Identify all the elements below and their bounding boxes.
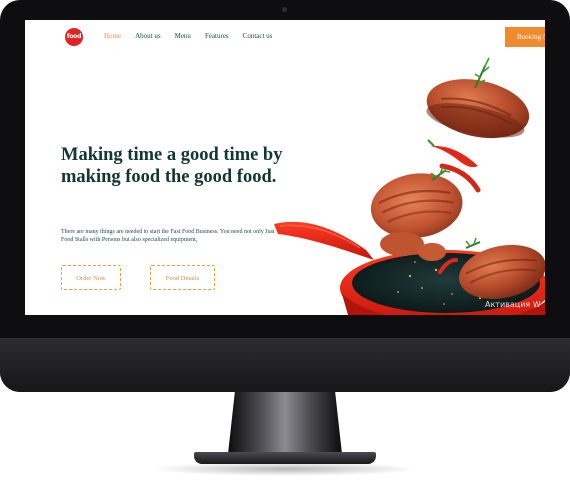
nav-item-menu[interactable]: Menu <box>175 32 191 40</box>
webcam-dot <box>282 7 287 12</box>
nav-item-home[interactable]: Home <box>104 32 121 40</box>
website-screen: food Home About us Menu Features Contact… <box>25 20 545 315</box>
food-logo-icon[interactable]: food <box>65 28 83 46</box>
food-details-button[interactable]: Food Details <box>150 265 215 290</box>
order-now-button[interactable]: Order Now <box>61 265 121 290</box>
stand-shadow <box>150 462 420 476</box>
nav-item-features[interactable]: Features <box>205 32 229 40</box>
activation-watermark: Активация W <box>485 300 541 309</box>
booking-now-button[interactable]: Booking N <box>505 27 545 47</box>
hero-description: There are many things are needed to star… <box>61 229 275 243</box>
nav-item-about-us[interactable]: About us <box>135 32 160 40</box>
monitor-stand <box>228 392 342 454</box>
nav-links: Home About us Menu Features Contact us <box>104 32 272 40</box>
frying-pan-steaks-image <box>274 57 545 315</box>
hero-title: Making time a good time by making food t… <box>61 145 283 187</box>
monitor-chin <box>0 338 570 392</box>
monitor-base <box>194 452 376 464</box>
nav-item-contact-us[interactable]: Contact us <box>243 32 273 40</box>
monitor-frame: food Home About us Menu Features Contact… <box>0 0 570 392</box>
